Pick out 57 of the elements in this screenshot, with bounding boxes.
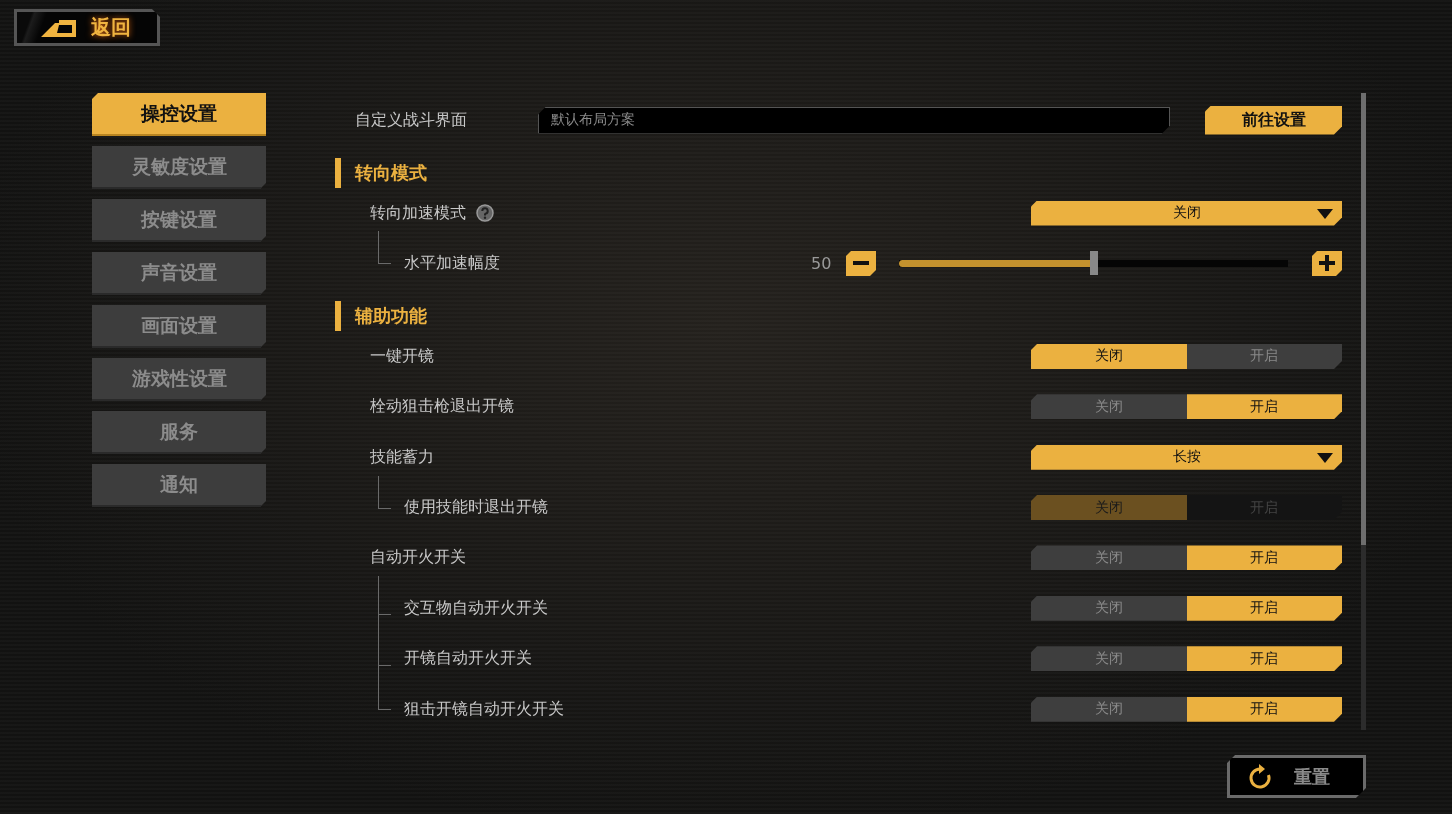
- setting-label: 自动开火开关: [370, 547, 466, 569]
- toggle-option[interactable]: 关闭: [1031, 394, 1187, 420]
- dropdown[interactable]: 关闭: [1031, 200, 1342, 226]
- sidebar-tab[interactable]: 操控设置: [92, 93, 266, 136]
- setting-label: 转向加速模式: [370, 202, 466, 224]
- caret-icon: [1317, 208, 1333, 219]
- tree-line: [378, 576, 391, 629]
- setting-label: 狙击开镜自动开火开关: [404, 698, 564, 720]
- setting-label: 水平加速幅度: [404, 252, 500, 274]
- toggle-option[interactable]: 关闭: [1031, 696, 1187, 722]
- toggle-option[interactable]: 开启: [1186, 696, 1342, 722]
- toggle-option[interactable]: 开启: [1186, 646, 1342, 672]
- setting-label: 栓动狙击枪退出开镜: [370, 396, 514, 418]
- scrollbar[interactable]: [1361, 93, 1366, 730]
- tree-line: [378, 231, 391, 265]
- setting-label: 开镜自动开火开关: [404, 648, 532, 670]
- section-title: 辅助功能: [355, 304, 427, 329]
- section-marker: [335, 158, 341, 188]
- sidebar-tab[interactable]: 通知: [92, 464, 266, 507]
- scrollbar-thumb[interactable]: [1361, 93, 1366, 545]
- setting-label: 交互物自动开火开关: [404, 597, 548, 619]
- slider-value: 50: [811, 253, 831, 273]
- toggle-option[interactable]: 关闭: [1031, 545, 1187, 571]
- toggle-option[interactable]: 关闭: [1031, 595, 1187, 621]
- toggle-option[interactable]: 关闭: [1031, 646, 1187, 672]
- caret-icon: [1317, 452, 1333, 463]
- sidebar-tab[interactable]: 服务: [92, 411, 266, 454]
- setting-label: 技能蓄力: [370, 446, 434, 468]
- dropdown[interactable]: 长按: [1031, 444, 1342, 470]
- refresh-icon: [1248, 763, 1272, 790]
- sidebar-tab[interactable]: 声音设置: [92, 252, 266, 295]
- sidebar-tab[interactable]: 游戏性设置: [92, 358, 266, 401]
- back-button[interactable]: 返回: [14, 9, 160, 46]
- plus-icon: [1319, 255, 1335, 272]
- layout-field[interactable]: 默认布局方案: [538, 106, 1170, 134]
- toggle-option[interactable]: 开启: [1186, 545, 1342, 571]
- toggle-option[interactable]: 开启: [1186, 595, 1342, 621]
- sidebar-tab[interactable]: 灵敏度设置: [92, 146, 266, 189]
- setting-label: 使用技能时退出开镜: [404, 497, 548, 519]
- plus-button[interactable]: [1312, 250, 1342, 276]
- reset-button[interactable]: 重置: [1227, 755, 1366, 798]
- sidebar-tab[interactable]: 画面设置: [92, 305, 266, 348]
- setting-label: 自定义战斗界面: [354, 109, 467, 131]
- minus-icon: [853, 261, 869, 266]
- toggle-option[interactable]: 开启: [1186, 394, 1342, 420]
- back-arrow-icon: [41, 17, 77, 38]
- setting-label: 一键开镜: [370, 345, 434, 367]
- slider-thumb[interactable]: [1089, 251, 1098, 276]
- toggle-option[interactable]: 开启: [1186, 343, 1342, 369]
- toggle-option[interactable]: 关闭: [1031, 343, 1187, 369]
- go-settings-button[interactable]: 前往设置: [1205, 105, 1342, 135]
- minus-button[interactable]: [846, 250, 876, 276]
- help-icon[interactable]: [476, 204, 494, 222]
- section-marker: [335, 301, 341, 332]
- tree-line: [378, 475, 391, 509]
- section-title: 转向模式: [355, 161, 427, 185]
- sidebar-tab[interactable]: 按键设置: [92, 199, 266, 242]
